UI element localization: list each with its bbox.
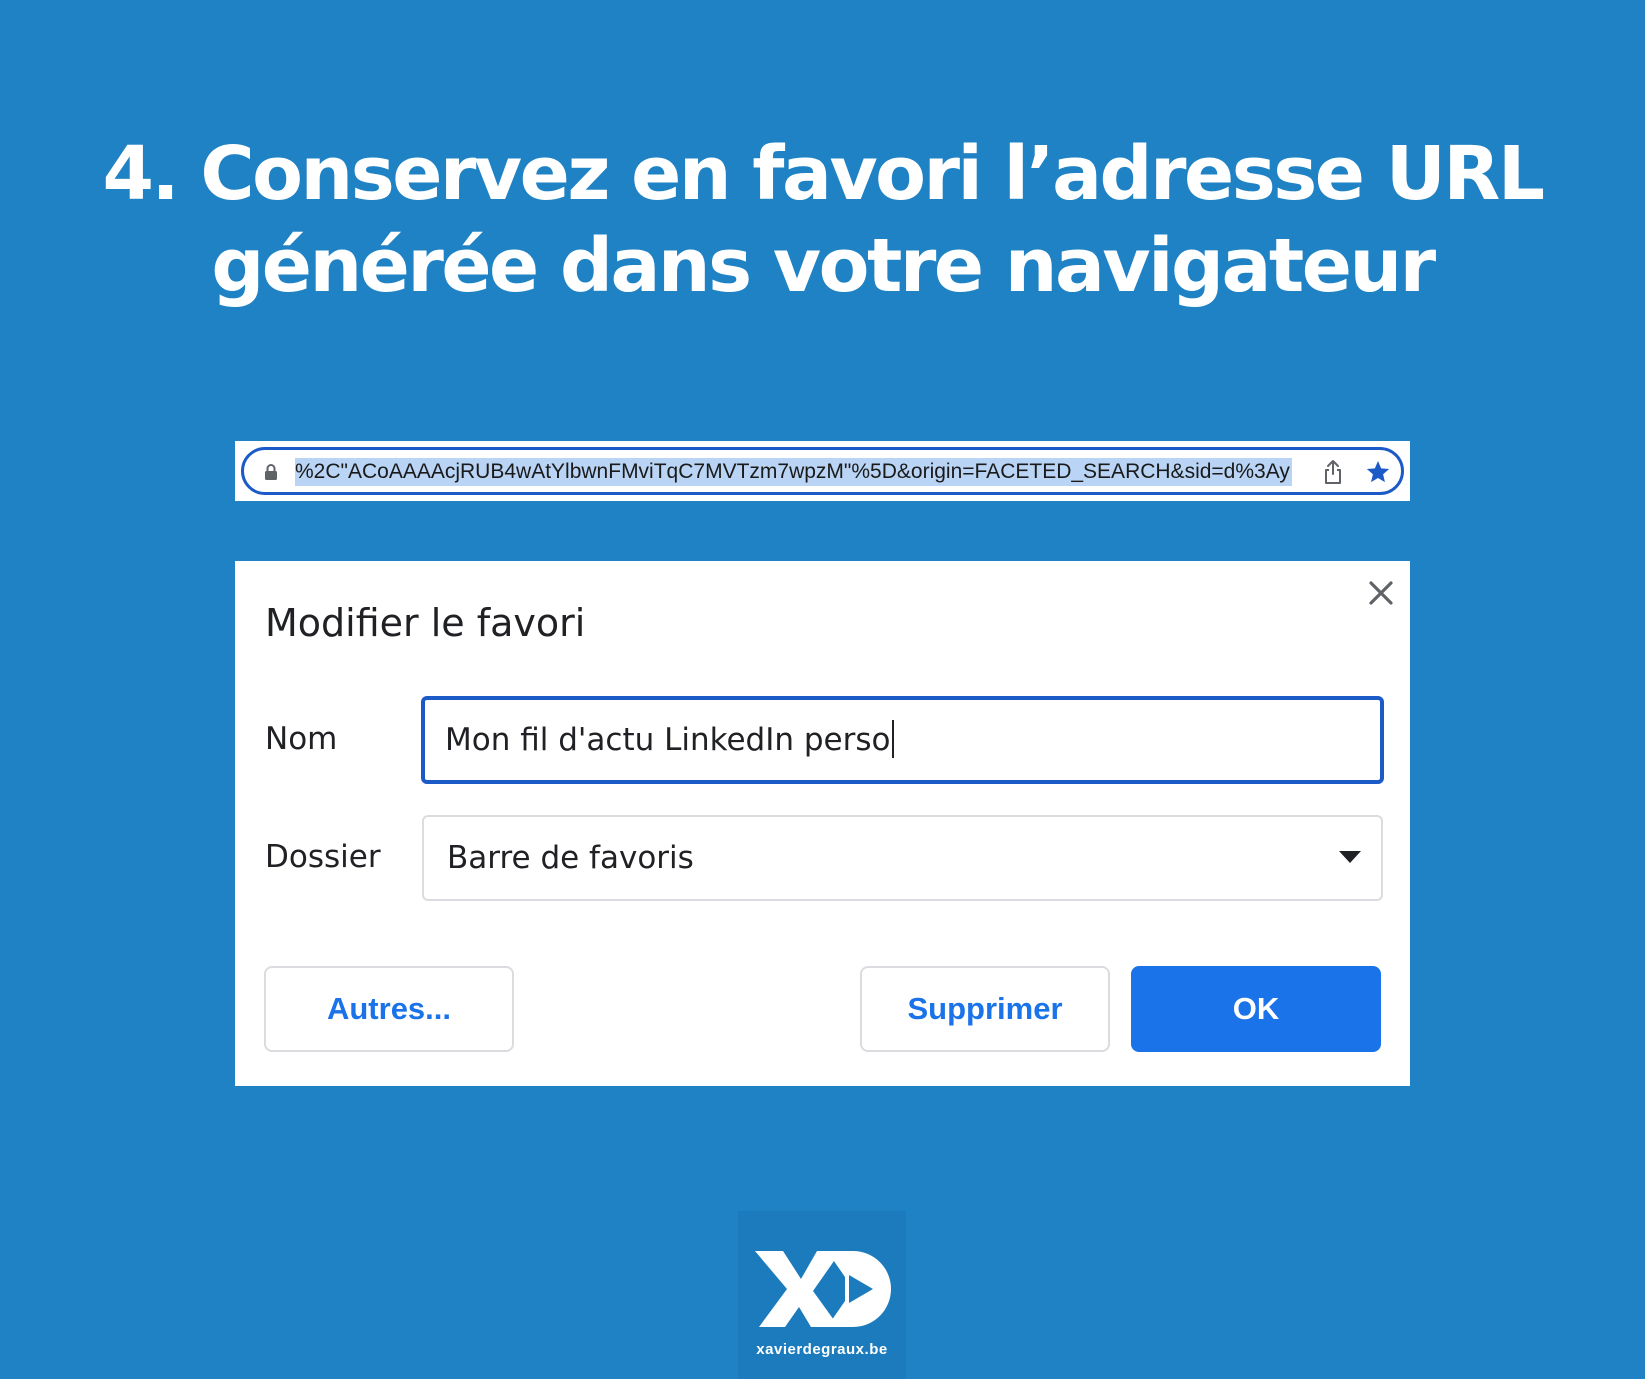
close-icon[interactable] (1366, 578, 1396, 608)
brand-logo: xavierdegraux.be (738, 1211, 906, 1379)
url-text[interactable]: %2C"ACoAAAAcjRUB4wAtYlbwnFMviTqC7MVTzm7w… (295, 458, 1292, 486)
edit-bookmark-dialog: Modifier le favori Nom Mon fil d'actu Li… (235, 561, 1410, 1086)
dialog-title: Modifier le favori (265, 601, 586, 645)
name-input[interactable]: Mon fil d'actu LinkedIn perso (421, 696, 1384, 784)
xd-logo-icon (755, 1251, 891, 1327)
more-button[interactable]: Autres... (264, 966, 514, 1052)
folder-label: Dossier (265, 839, 381, 875)
headline-line-1: 4. Conservez en favori l’adresse URL (102, 131, 1545, 217)
share-icon[interactable] (1322, 459, 1344, 485)
text-caret (891, 719, 894, 758)
star-icon[interactable] (1365, 459, 1391, 485)
name-input-value: Mon fil d'actu LinkedIn perso (445, 722, 891, 758)
browser-address-bar: %2C"ACoAAAAcjRUB4wAtYlbwnFMviTqC7MVTzm7w… (235, 441, 1410, 501)
brand-site-label: xavierdegraux.be (756, 1341, 888, 1358)
lock-icon[interactable] (264, 463, 278, 481)
ok-button[interactable]: OK (1131, 966, 1381, 1052)
folder-select-value: Barre de favoris (447, 840, 694, 876)
chevron-down-icon (1339, 851, 1361, 863)
page-headline: 4. Conservez en favori l’adresse URL gén… (0, 128, 1645, 312)
delete-button[interactable]: Supprimer (860, 966, 1110, 1052)
headline-line-2: générée dans votre navigateur (211, 223, 1436, 309)
omnibox[interactable]: %2C"ACoAAAAcjRUB4wAtYlbwnFMviTqC7MVTzm7w… (241, 447, 1404, 495)
folder-select[interactable]: Barre de favoris (422, 815, 1383, 901)
name-label: Nom (265, 721, 338, 757)
